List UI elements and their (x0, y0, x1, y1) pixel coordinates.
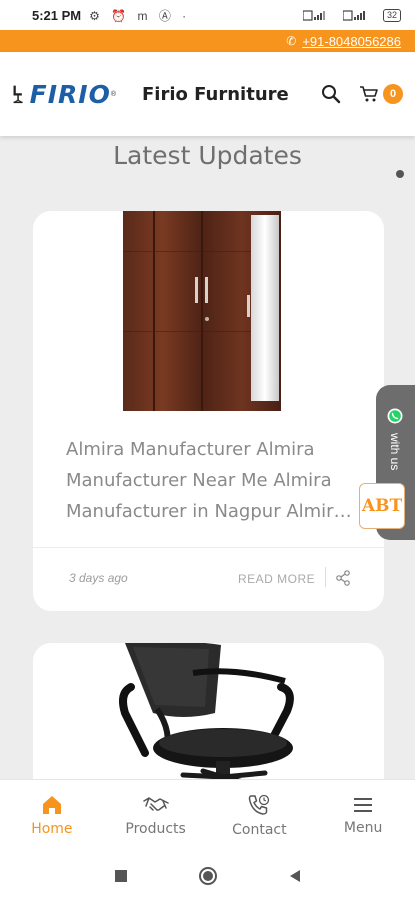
home-icon (42, 795, 61, 814)
system-nav-bar (0, 851, 415, 900)
recents-icon[interactable] (114, 869, 128, 883)
search-icon[interactable] (321, 84, 341, 104)
nav-home[interactable]: Home (0, 780, 104, 851)
signal-icon-2 (342, 9, 365, 21)
phone-icon (249, 794, 270, 815)
nav-contact[interactable]: Contact (208, 780, 312, 851)
handshake-icon (142, 796, 169, 811)
status-right: 32 (302, 8, 401, 22)
phone-small-icon: ✆ (286, 34, 297, 48)
logo-text: FIRIO (29, 79, 111, 109)
share-icon[interactable] (335, 570, 351, 586)
signal-icon (302, 9, 325, 21)
nav-contact-label: Contact (232, 821, 287, 838)
card-divider (33, 547, 384, 548)
status-bar: 5:21 PM ⚙ ⏰ m Ⓐ · 32 (0, 0, 415, 30)
logo-registered: ® (110, 90, 116, 98)
nav-menu-label: Menu (343, 819, 383, 836)
nav-menu[interactable]: Menu (311, 780, 415, 851)
nav-products-label: Products (125, 820, 186, 837)
cart-icon (360, 86, 378, 102)
home-system-icon[interactable] (198, 866, 218, 886)
nav-home-label: Home (31, 820, 73, 837)
section-title: Latest Updates (113, 141, 302, 170)
logo[interactable]: FIRIO ® (12, 80, 116, 109)
chat-label: with us (388, 433, 402, 471)
header-actions: 0 (321, 84, 403, 104)
post-date: 3 days ago (69, 571, 128, 585)
back-icon[interactable] (288, 869, 302, 883)
read-more-link[interactable]: READ MORE (238, 572, 315, 586)
bottom-nav: Home Products Contact Menu (0, 779, 415, 851)
nav-products[interactable]: Products (104, 780, 208, 851)
cart-button[interactable]: 0 (359, 84, 403, 104)
action-separator (325, 567, 326, 587)
status-time: 5:21 PM (32, 7, 82, 23)
whatsapp-icon (387, 408, 403, 424)
abt-badge[interactable]: ABT (359, 483, 405, 529)
post-text[interactable]: Almira Manufacturer Almira Manufacturer … (66, 434, 356, 527)
wardrobe-image (123, 211, 281, 411)
status-notification-icons: ⚙ ⏰ m Ⓐ · (89, 8, 191, 23)
site-header: FIRIO ® Firio Furniture 0 (0, 52, 415, 136)
chair-logo-icon (13, 85, 23, 104)
menu-icon (354, 797, 373, 812)
brand-name[interactable]: Firio Furniture (142, 84, 289, 105)
carousel-dot[interactable] (396, 170, 404, 178)
post-card[interactable]: Almira Manufacturer Almira Manufacturer … (33, 211, 384, 611)
contact-strip: ✆ +91-8048056286 (0, 30, 415, 52)
battery-icon: 32 (382, 8, 401, 22)
phone-link[interactable]: +91-8048056286 (302, 34, 401, 49)
cart-count-badge: 0 (383, 84, 403, 104)
